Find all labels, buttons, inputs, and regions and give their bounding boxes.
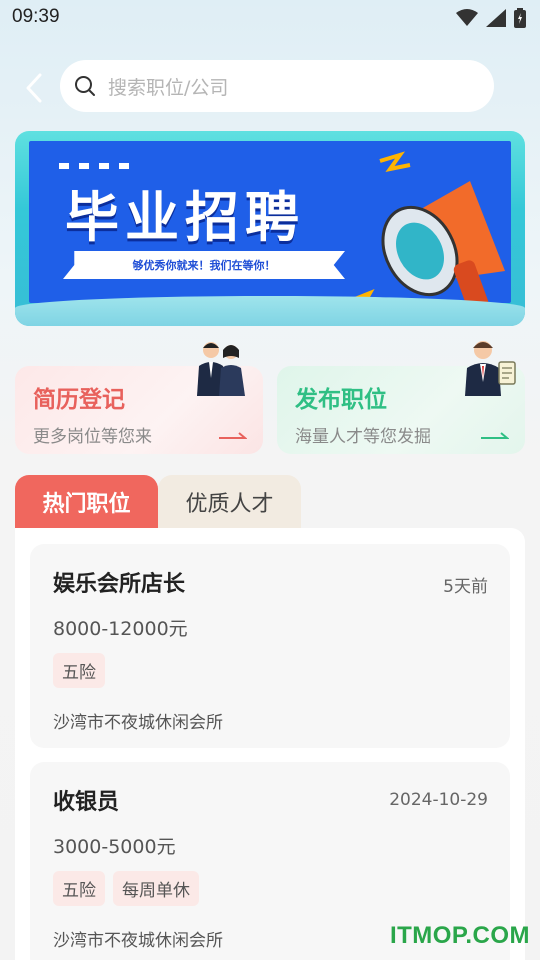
status-time: 09:39 xyxy=(12,6,60,27)
status-bar: 09:39 xyxy=(0,0,540,36)
job-tags: 五险 xyxy=(53,653,488,688)
promo-banner[interactable]: 毕业招聘 够优秀你就来！我们在等你！ xyxy=(15,131,525,326)
job-date: 2024-10-29 xyxy=(389,790,488,810)
tab-hot-jobs[interactable]: 热门职位 xyxy=(15,475,158,529)
job-company: 沙湾市不夜城休闲会所 xyxy=(53,713,223,733)
business-people-icon xyxy=(197,342,245,396)
job-card[interactable]: 娱乐会所店长 5天前 8000-12000元 五险 沙湾市不夜城休闲会所 xyxy=(30,544,510,748)
tab-quality-talent[interactable]: 优质人才 xyxy=(158,475,301,529)
search-input[interactable]: 搜索职位/公司 xyxy=(60,60,494,112)
search-icon xyxy=(75,76,95,96)
banner-wave xyxy=(15,296,525,326)
back-button[interactable] xyxy=(18,70,50,106)
recruiter-icon xyxy=(465,341,516,396)
banner-dots xyxy=(59,163,129,169)
banner-subtitle: 够优秀你就来！我们在等你！ xyxy=(132,259,276,272)
job-date: 5天前 xyxy=(443,577,488,597)
job-tags: 五险 每周单休 xyxy=(53,871,488,906)
job-tag: 五险 xyxy=(53,653,105,688)
chevron-left-icon xyxy=(26,73,42,103)
watermark: ITMOP.COM xyxy=(389,922,530,949)
search-placeholder: 搜索职位/公司 xyxy=(108,76,229,99)
post-job-card[interactable]: 发布职位 海量人才等您发掘 xyxy=(277,341,525,454)
job-tag: 五险 xyxy=(53,871,105,906)
arrow-right-icon xyxy=(219,432,247,439)
resume-register-card[interactable]: 简历登记 更多岗位等您来 xyxy=(15,342,263,454)
status-icons xyxy=(456,8,526,28)
job-tag: 每周单休 xyxy=(113,871,199,906)
battery-icon xyxy=(514,8,526,28)
banner-title: 毕业招聘 xyxy=(65,186,305,249)
wifi-icon xyxy=(456,9,478,26)
job-title: 娱乐会所店长 xyxy=(53,572,186,597)
megaphone-icon xyxy=(349,151,505,312)
banner-ribbon: 够优秀你就来！我们在等你！ xyxy=(63,251,345,279)
signal-icon xyxy=(486,9,506,27)
job-salary: 8000-12000元 xyxy=(53,618,188,640)
job-salary: 3000-5000元 xyxy=(53,836,176,858)
arrow-right-icon xyxy=(481,432,509,439)
